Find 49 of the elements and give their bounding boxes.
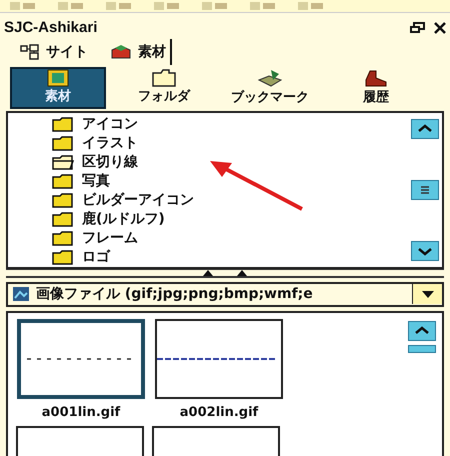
network-icon [20,44,40,60]
mode-button[interactable]: 履歴 [328,67,424,108]
folder-item[interactable]: 鹿(ルドルフ) [52,210,408,228]
thumbnail[interactable] [17,318,145,398]
mode-button[interactable]: フォルダ [116,67,212,108]
up-arrow-icon [237,270,247,276]
folder-item[interactable]: イラスト [52,134,408,152]
caret-icon [422,290,434,298]
folder-icon [52,116,74,132]
splitter[interactable] [6,268,444,278]
tab[interactable]: サイト [16,39,92,65]
box-icon [110,44,132,60]
scroll-up-button[interactable] [411,118,439,138]
scroll-thumb[interactable] [411,180,439,200]
folder-item[interactable]: ロゴ [52,248,408,266]
scroll-down-button[interactable] [411,240,439,260]
folder-item[interactable]: アイコン [52,114,408,134]
folder-item[interactable]: ビルダーアイコン [52,190,408,210]
folder-icon [52,136,74,150]
thumbnail[interactable] [155,318,283,398]
tab[interactable]: 素材 [106,39,172,65]
file-name: a001lin.gif [42,404,120,422]
window-title: SJC-Ashikari [4,18,98,38]
mode-button[interactable]: ブックマーク [222,67,318,108]
image-icon [12,286,30,302]
folder-icon [52,230,74,246]
mode-button[interactable]: 素材 [10,67,106,108]
folder-icon [152,69,176,87]
dropdown-button[interactable] [412,284,442,304]
file-name: a002lin.gif [180,404,258,422]
folder-icon [52,212,74,226]
thumbnail[interactable] [152,426,280,456]
folder-icon [52,192,74,208]
folder-icon [52,250,74,264]
bookmark-icon [257,68,283,88]
folder-item[interactable]: フレーム [52,228,408,248]
folder-icon [52,174,74,188]
folder-item[interactable]: 写真 [52,172,408,190]
filter-dropdown[interactable]: 画像ファイル (gif;jpg;png;bmp;wmf;e [6,282,444,306]
up-arrow-icon [203,270,213,276]
restore-icon[interactable] [410,22,426,34]
shoe-icon [364,68,388,88]
close-icon[interactable] [434,22,446,34]
scroll-up-button[interactable] [408,320,436,340]
picture-frame-icon [47,69,69,87]
open-folder-icon [52,154,74,170]
scroll-thumb[interactable] [408,344,436,352]
thumbnail[interactable] [16,426,144,456]
folder-item[interactable]: 区切り線 [52,152,408,172]
